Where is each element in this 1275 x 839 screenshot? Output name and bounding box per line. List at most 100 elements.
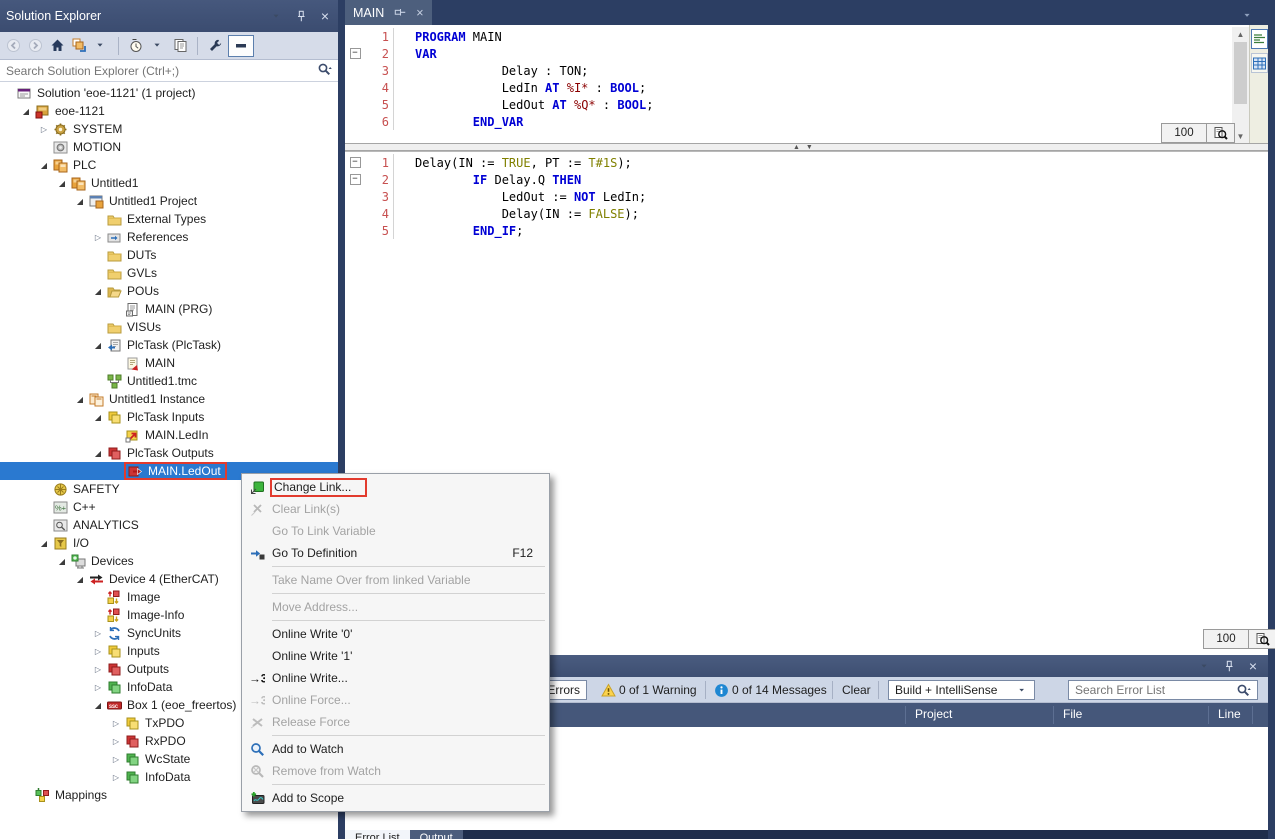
error-search-input[interactable] (1075, 683, 1235, 697)
fold-toggle-icon[interactable]: − (345, 157, 365, 168)
tree-item-main[interactable]: MAIN (0, 354, 338, 372)
expand-arrow-icon[interactable]: ▷ (90, 629, 106, 638)
scrollbar-thumb[interactable] (1234, 42, 1247, 104)
tree-item-external-types[interactable]: External Types (0, 210, 338, 228)
tree-item-duts[interactable]: DUTs (0, 246, 338, 264)
collapse-arrow-icon[interactable]: ◢ (36, 161, 52, 170)
close-icon[interactable]: × (318, 9, 332, 23)
expand-arrow-icon[interactable]: ▷ (90, 683, 106, 692)
collapse-arrow-icon[interactable]: ◢ (90, 701, 106, 710)
tree-item-system[interactable]: ▷SYSTEM (0, 120, 338, 138)
expand-arrow-icon[interactable]: ▷ (90, 647, 106, 656)
tree-item-label: Image (127, 590, 160, 604)
pin-icon[interactable] (392, 5, 408, 21)
tree-item-plctask-plctask[interactable]: ◢PlcTask (PlcTask) (0, 336, 338, 354)
expand-arrow-icon[interactable]: ▷ (36, 125, 52, 134)
wrench-button[interactable] (206, 35, 224, 57)
tab-main[interactable]: MAIN × (345, 0, 432, 25)
close-icon[interactable]: × (1246, 659, 1260, 673)
collapse-arrow-icon[interactable]: ◢ (72, 575, 88, 584)
collapse-all-button[interactable] (70, 35, 88, 57)
pin-icon[interactable] (294, 9, 308, 23)
error-search-box[interactable] (1068, 680, 1258, 700)
collapse-arrow-icon[interactable]: ◢ (90, 413, 106, 422)
tree-item-plc[interactable]: ◢PLC (0, 156, 338, 174)
warnings-filter-button[interactable]: 0 of 1 Warning (619, 680, 697, 700)
close-icon[interactable]: × (416, 6, 423, 20)
tree-item-visus[interactable]: VISUs (0, 318, 338, 336)
search-icon[interactable] (316, 61, 332, 77)
text-view-button[interactable] (1251, 29, 1268, 49)
search-icon[interactable] (1235, 682, 1251, 698)
tree-item-solution-eoe-1121-1-project[interactable]: Solution 'eoe-1121' (1 project) (0, 84, 338, 102)
code-pane-declarations[interactable]: 1PROGRAM MAIN−2VAR3 Delay : TON;4 LedIn … (345, 25, 1268, 143)
collapse-arrow-icon[interactable]: ◢ (90, 341, 106, 350)
zoom-level-top[interactable]: 100 (1161, 123, 1207, 143)
tree-item-eoe-1121[interactable]: ◢eoe-1121 (0, 102, 338, 120)
back-button[interactable] (4, 35, 22, 57)
menu-item-change-link[interactable]: Change Link... (242, 476, 549, 498)
pin-icon[interactable] (1222, 659, 1236, 673)
messages-filter-button[interactable]: 0 of 14 Messages (732, 680, 827, 700)
collapse-arrow-icon[interactable]: ◢ (36, 539, 52, 548)
expand-arrow-icon[interactable]: ▷ (108, 737, 124, 746)
tab-list-chevron-icon[interactable] (1240, 8, 1256, 24)
tree-item-motion[interactable]: MOTION (0, 138, 338, 156)
menu-item-add-to-scope[interactable]: Add to Scope (242, 787, 549, 809)
tree-item-untitled1-instance[interactable]: ◢Untitled1 Instance (0, 390, 338, 408)
expand-arrow-icon[interactable]: ▷ (90, 233, 106, 242)
chevron-down-icon[interactable] (1198, 659, 1212, 673)
filter-dropdown[interactable]: Build + IntelliSense (888, 680, 1035, 700)
fold-toggle-icon[interactable]: − (345, 48, 365, 59)
splitter-handle-icon[interactable]: ▲▼ (793, 144, 819, 151)
tree-item-gvls[interactable]: GVLs (0, 264, 338, 282)
bottom-tab-output[interactable]: Output (410, 830, 463, 839)
tree-item-plctask-inputs[interactable]: ◢PlcTask Inputs (0, 408, 338, 426)
expand-arrow-icon[interactable]: ▷ (108, 719, 124, 728)
collapse-arrow-icon[interactable]: ◢ (72, 197, 88, 206)
clear-button[interactable]: Clear (842, 680, 871, 700)
home-button[interactable] (48, 35, 66, 57)
chevron-down-button[interactable] (92, 35, 110, 57)
chevron-down-button[interactable] (149, 35, 167, 57)
editor-splitter[interactable]: ▲▼ (345, 143, 1268, 151)
collapse-arrow-icon[interactable]: ◢ (72, 395, 88, 404)
tree-item-untitled1[interactable]: ◢Untitled1 (0, 174, 338, 192)
column-header-project[interactable]: Project (915, 707, 952, 721)
forward-button[interactable] (26, 35, 44, 57)
column-header-file[interactable]: File (1063, 707, 1082, 721)
column-header-line[interactable]: Line (1218, 707, 1241, 721)
tree-item-references[interactable]: ▷References (0, 228, 338, 246)
zoom-icon[interactable] (1207, 123, 1235, 143)
collapse-arrow-icon[interactable]: ◢ (90, 287, 106, 296)
tree-item-plctask-outputs[interactable]: ◢PlcTask Outputs (0, 444, 338, 462)
chevron-down-icon[interactable] (270, 9, 284, 23)
zoom-level-bottom[interactable]: 100 (1203, 629, 1249, 649)
menu-item-online-write-1[interactable]: Online Write '1' (242, 645, 549, 667)
tree-item-untitled1-project[interactable]: ◢Untitled1 Project (0, 192, 338, 210)
history-button[interactable] (127, 35, 145, 57)
tree-item-main-prg[interactable]: MAIN (PRG) (0, 300, 338, 318)
menu-item-online-write-0[interactable]: Online Write '0' (242, 623, 549, 645)
menu-item-add-to-watch[interactable]: Add to Watch (242, 738, 549, 760)
collapse-arrow-icon[interactable]: ◢ (54, 557, 70, 566)
menu-item-go-to-definition[interactable]: Go To DefinitionF12 (242, 542, 549, 564)
fold-toggle-icon[interactable]: − (345, 174, 365, 185)
collapse-arrow-icon[interactable]: ◢ (54, 179, 70, 188)
grid-view-button[interactable] (1251, 53, 1268, 73)
expand-arrow-icon[interactable]: ▷ (108, 755, 124, 764)
tree-item-main-ledin[interactable]: MAIN.LedIn (0, 426, 338, 444)
tree-item-pous[interactable]: ◢POUs (0, 282, 338, 300)
sync-doc-button[interactable] (171, 35, 189, 57)
expand-arrow-icon[interactable]: ▷ (108, 773, 124, 782)
tree-item-untitled1-tmc[interactable]: Untitled1.tmc (0, 372, 338, 390)
menu-item-online-write[interactable]: →3Online Write... (242, 667, 549, 689)
scroll-up-icon[interactable]: ▲ (1232, 27, 1249, 41)
expand-arrow-icon[interactable]: ▷ (90, 665, 106, 674)
zoom-icon[interactable] (1249, 629, 1275, 649)
search-input[interactable] (6, 64, 316, 78)
collapse-arrow-icon[interactable]: ◢ (18, 107, 34, 116)
bottom-tab-error-list[interactable]: Error List (345, 830, 410, 839)
collapse-arrow-icon[interactable]: ◢ (90, 449, 106, 458)
preview-toggle-button[interactable] (228, 35, 254, 57)
